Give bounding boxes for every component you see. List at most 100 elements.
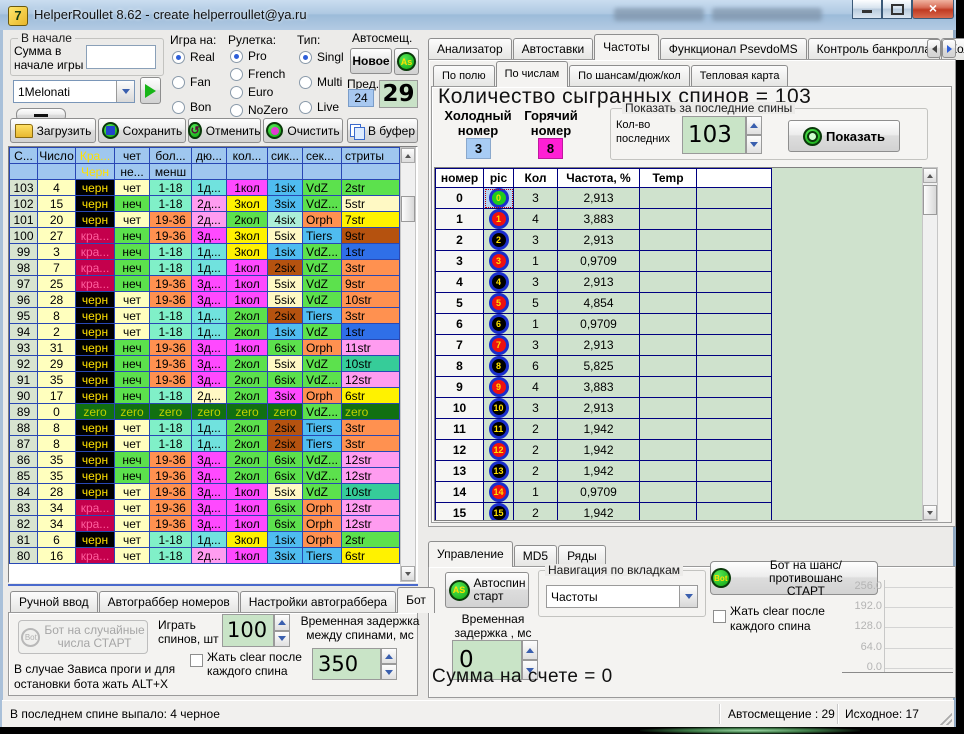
freq-number-cell[interactable]: 9 [436,377,484,398]
clear-after-spin-checkbox[interactable] [190,654,203,667]
freq-number-cell[interactable]: 6 [436,314,484,335]
table-row[interactable]: 1143,883 [436,209,772,230]
spin-up-icon[interactable] [522,640,538,660]
table-row[interactable]: 7732,913 [436,335,772,356]
frequency-scrollbar[interactable] [922,167,938,521]
autospin-button[interactable]: AS Автоспинстарт [445,572,529,608]
play-button[interactable] [140,77,161,104]
table-row[interactable]: 3310,9709 [436,251,772,272]
random-bot-button[interactable]: Bot Бот на случайныечисла СТАРТ [18,620,148,654]
freq-pic-cell[interactable]: 8 [484,356,514,377]
copy-buffer-button[interactable]: В буфер [347,118,418,143]
radio-live[interactable]: Live [299,100,339,114]
table-row[interactable]: 5554,854 [436,293,772,314]
nav-combobox[interactable]: Частоты [546,585,698,608]
scroll-thumb[interactable] [401,196,415,222]
freq-number-cell[interactable]: 12 [436,440,484,461]
subtab-тепловая-карта[interactable]: Тепловая карта [691,65,789,87]
freq-number-cell[interactable]: 7 [436,335,484,356]
chevron-down-icon[interactable] [116,81,134,102]
table-row[interactable]: 131321,942 [436,461,772,482]
tab-анализатор[interactable]: Анализатор [428,38,512,60]
freq-pic-cell[interactable]: 6 [484,314,514,335]
table-row[interactable]: 4432,913 [436,272,772,293]
tab-настройки-автограббера[interactable]: Настройки автограббера [240,591,396,613]
table-row[interactable]: 9943,883 [436,377,772,398]
table-row[interactable]: 141410,9709 [436,482,772,503]
freq-pic-cell[interactable]: 5 [484,293,514,314]
freq-pic-cell[interactable]: 0 [484,188,514,209]
radio-pro[interactable]: Pro [230,49,267,63]
table-row[interactable]: 101032,913 [436,398,772,419]
radio-euro[interactable]: Euro [230,85,273,99]
count-stepper[interactable]: 103 [682,116,762,154]
spin-delay-stepper[interactable]: 350 [312,648,397,680]
freq-pic-cell[interactable]: 7 [484,335,514,356]
radio-nozero[interactable]: NoZero [230,103,288,117]
freq-pic-cell[interactable]: 14 [484,482,514,503]
tab-функционал-psevdoms[interactable]: Функционал PsevdoMS [660,38,807,60]
resize-grip[interactable] [940,713,952,725]
tab-ручной-ввод[interactable]: Ручной ввод [10,591,98,613]
radio-bon[interactable]: Bon [172,100,211,114]
minimize-button[interactable] [852,0,882,19]
radio-icon[interactable] [230,50,243,63]
radio-multi[interactable]: Multi [299,75,342,89]
radio-icon[interactable] [172,101,185,114]
table-row[interactable]: 151521,942 [436,503,772,522]
undo-button[interactable]: ↺ Отменить [188,118,261,143]
freq-number-cell[interactable]: 14 [436,482,484,503]
clear-button[interactable]: Очистить [263,118,343,143]
freq-number-cell[interactable]: 10 [436,398,484,419]
radio-icon[interactable] [230,68,243,81]
table-row[interactable]: 6610,9709 [436,314,772,335]
profile-combobox[interactable]: 1Melonati [13,80,135,103]
table-row[interactable]: 8865,825 [436,356,772,377]
freq-number-cell[interactable]: 8 [436,356,484,377]
tab-scroll-right-button[interactable] [942,39,956,58]
tab-автоставки[interactable]: Автоставки [513,38,594,60]
spin-up-icon[interactable] [274,614,290,631]
radio-fan[interactable]: Fan [172,75,211,89]
subtab-по-полю[interactable]: По полю [433,65,495,87]
history-scrollbar[interactable] [400,147,416,582]
subtab-по-числам[interactable]: По числам [496,61,569,87]
tab-контроль-банкролла[interactable]: Контроль банкролла [808,38,940,60]
start-sum-input[interactable] [86,45,156,69]
radio-icon[interactable] [299,101,312,114]
radio-icon[interactable] [230,86,243,99]
freq-pic-cell[interactable]: 9 [484,377,514,398]
table-row[interactable]: 121221,942 [436,440,772,461]
radio-french[interactable]: French [230,67,285,81]
scroll-up-icon[interactable] [923,168,937,183]
freq-number-cell[interactable]: 2 [436,230,484,251]
spin-down-icon[interactable] [746,135,762,154]
freq-number-cell[interactable]: 0 [436,188,484,209]
radio-icon[interactable] [299,51,312,64]
table-row[interactable]: 0032,913 [436,188,772,209]
table-row[interactable]: 2232,913 [436,230,772,251]
maximize-button[interactable] [882,0,912,19]
radio-icon[interactable] [230,104,243,117]
load-button[interactable]: Загрузить [10,118,96,143]
spin-down-icon[interactable] [274,631,290,648]
freq-pic-cell[interactable]: 15 [484,503,514,522]
freq-pic-cell[interactable]: 11 [484,419,514,440]
freq-pic-cell[interactable]: 3 [484,251,514,272]
scroll-down-icon[interactable] [401,566,415,581]
chevron-down-icon[interactable] [679,586,697,607]
freq-pic-cell[interactable]: 2 [484,230,514,251]
close-button[interactable]: × [912,0,954,19]
play-spins-stepper[interactable]: 100 [222,614,290,647]
radio-singl[interactable]: Singl [299,50,344,64]
table-row[interactable]: 111121,942 [436,419,772,440]
freq-number-cell[interactable]: 5 [436,293,484,314]
as-button[interactable]: As [394,48,419,75]
freq-number-cell[interactable]: 4 [436,272,484,293]
radio-icon[interactable] [299,76,312,89]
tab-автограббер-номеров[interactable]: Автограббер номеров [99,591,239,613]
freq-number-cell[interactable]: 1 [436,209,484,230]
count-value[interactable]: 103 [682,116,746,154]
freq-pic-cell[interactable]: 4 [484,272,514,293]
tab-бот[interactable]: Бот [397,587,435,613]
